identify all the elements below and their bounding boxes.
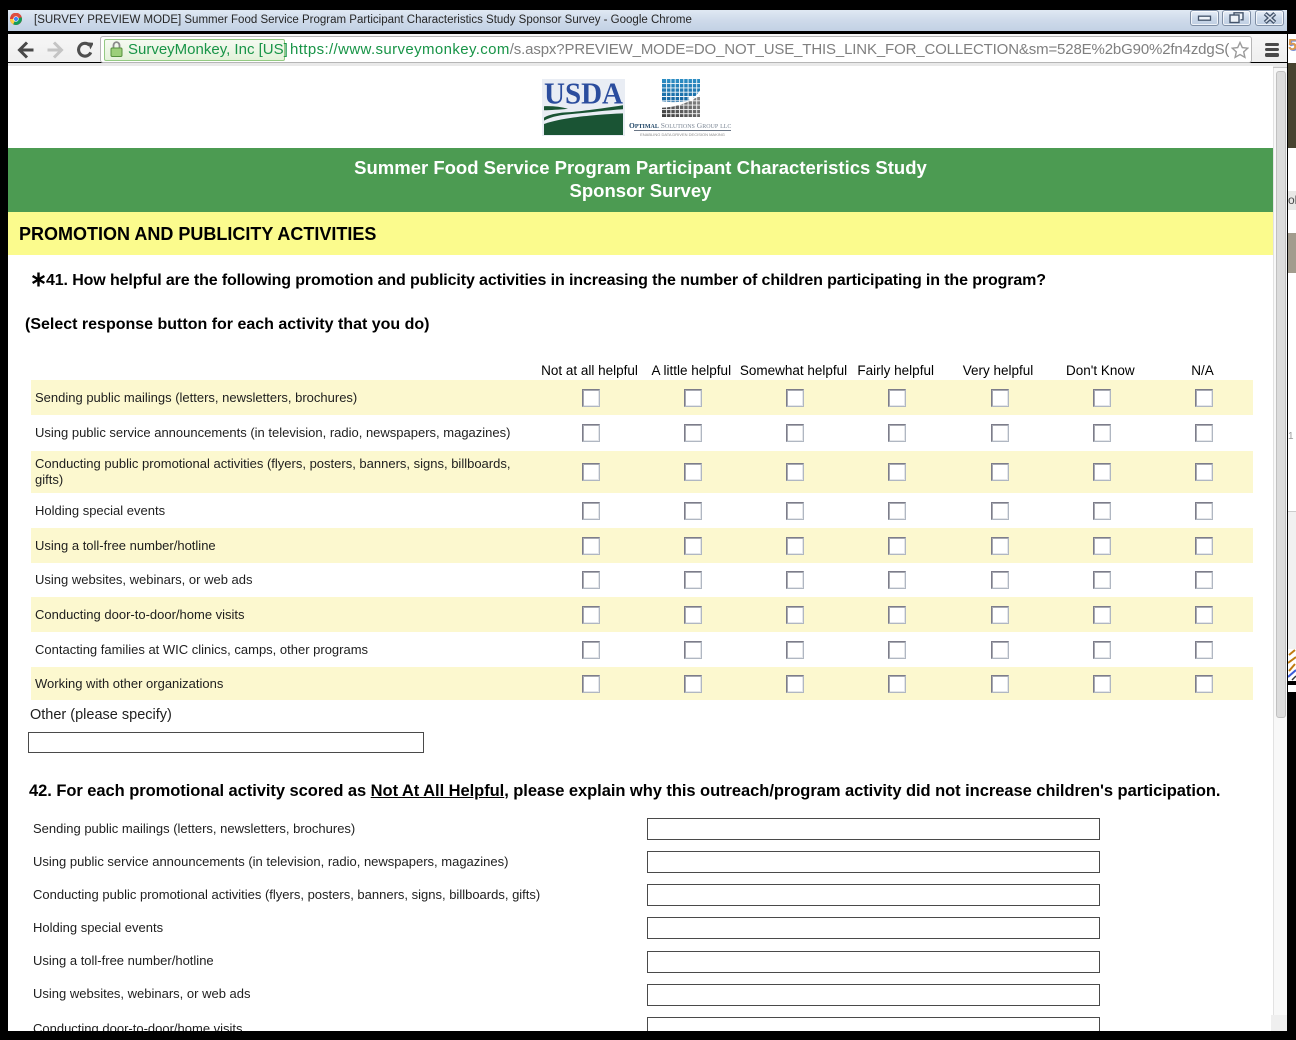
svg-text:USDA: USDA	[544, 79, 624, 110]
